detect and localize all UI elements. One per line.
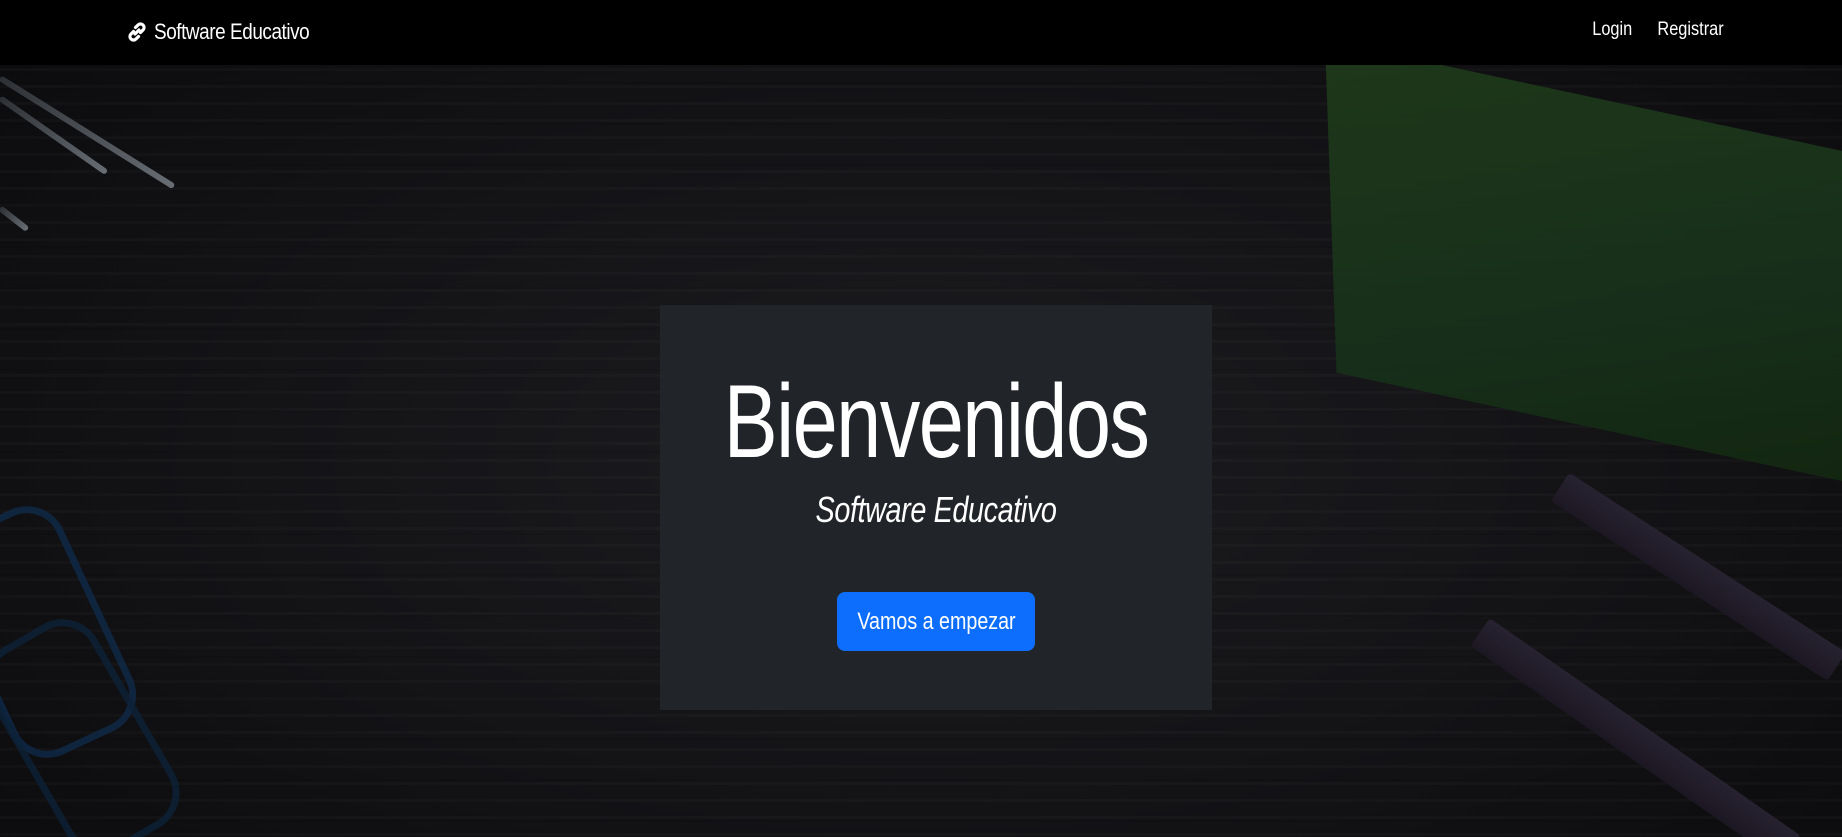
paperclip-decoration <box>0 604 195 837</box>
start-button[interactable]: Vamos a empezar <box>837 592 1035 651</box>
start-button-label: Vamos a empezar <box>856 607 1016 635</box>
navbar: Software Educativo Login Registrar <box>0 0 1842 65</box>
hero-subtitle: Software Educativo <box>815 489 1057 530</box>
brand-text: Software Educativo <box>154 19 310 44</box>
pencil-decoration <box>1470 618 1802 837</box>
green-sticky-note-decoration <box>1325 40 1842 493</box>
page: Software Educativo Login Registrar Bienv… <box>0 0 1842 837</box>
link-icon <box>125 20 149 44</box>
pencil-decoration <box>1550 472 1842 681</box>
login-link[interactable]: Login <box>1586 19 1640 41</box>
nav-links: Login Registrar <box>1581 19 1737 41</box>
hero-title: Bienvenidos <box>723 364 1150 480</box>
pen-decoration <box>0 205 30 232</box>
hero-card: Bienvenidos Software Educativo Vamos a e… <box>660 305 1212 710</box>
register-link[interactable]: Registrar <box>1650 19 1730 41</box>
brand-link[interactable]: Software Educativo <box>125 17 335 47</box>
pen-decoration <box>0 75 176 190</box>
